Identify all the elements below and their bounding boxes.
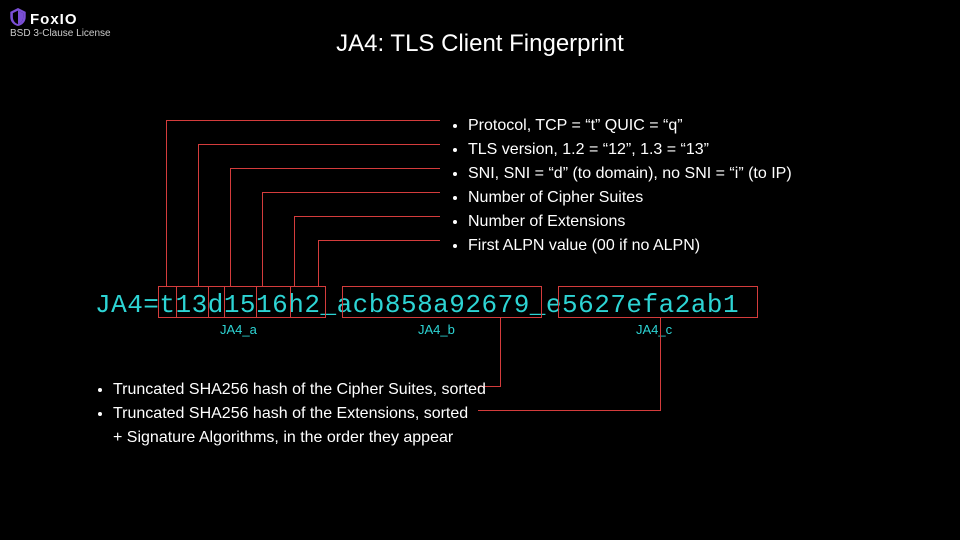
connector-line [256, 286, 257, 318]
hash-descriptions: Truncated SHA256 hash of the Cipher Suit… [95, 378, 486, 450]
fp-prefix: JA4= [95, 290, 159, 320]
connector-line [166, 120, 167, 286]
connector-line [208, 286, 209, 318]
bullet-sni: SNI, SNI = “d” (to domain), no SNI = “i”… [468, 162, 792, 186]
connector-line [318, 240, 319, 286]
box-ja4b [342, 286, 542, 318]
connector-line [294, 216, 440, 217]
connector-line [318, 240, 440, 241]
connector-line [198, 144, 199, 286]
connector-line [294, 216, 295, 286]
bullet-cipher-hash: Truncated SHA256 hash of the Cipher Suit… [113, 378, 486, 402]
connector-line [660, 318, 661, 410]
box-ja4c [558, 286, 758, 318]
bullet-tls-version: TLS version, 1.2 = “12”, 1.3 = “13” [468, 138, 792, 162]
bullet-protocol: Protocol, TCP = “t” QUIC = “q” [468, 114, 792, 138]
connector-line [198, 144, 440, 145]
label-ja4c: JA4_c [636, 322, 672, 337]
bullet-ext-count: Number of Extensions [468, 210, 792, 234]
connector-line [500, 318, 501, 386]
bullet-alpn: First ALPN value (00 if no ALPN) [468, 234, 792, 258]
logo-text: FoxIO [30, 11, 78, 28]
connector-line [224, 286, 225, 318]
bullet-ext-hash: Truncated SHA256 hash of the Extensions,… [113, 402, 486, 426]
label-ja4a: JA4_a [220, 322, 257, 337]
connector-line [478, 410, 661, 411]
bullet-cipher-count: Number of Cipher Suites [468, 186, 792, 210]
page-title: JA4: TLS Client Fingerprint [0, 30, 960, 58]
connector-line [176, 286, 177, 318]
connector-line [262, 192, 440, 193]
box-ja4a [158, 286, 326, 318]
connector-line [262, 192, 263, 286]
connector-line [290, 286, 291, 318]
connector-line [230, 168, 440, 169]
label-ja4b: JA4_b [418, 322, 455, 337]
field-descriptions: Protocol, TCP = “t” QUIC = “q” TLS versi… [450, 114, 792, 258]
connector-line [166, 120, 440, 121]
connector-line [230, 168, 231, 286]
bullet-sig-algs: + Signature Algorithms, in the order the… [113, 426, 486, 450]
